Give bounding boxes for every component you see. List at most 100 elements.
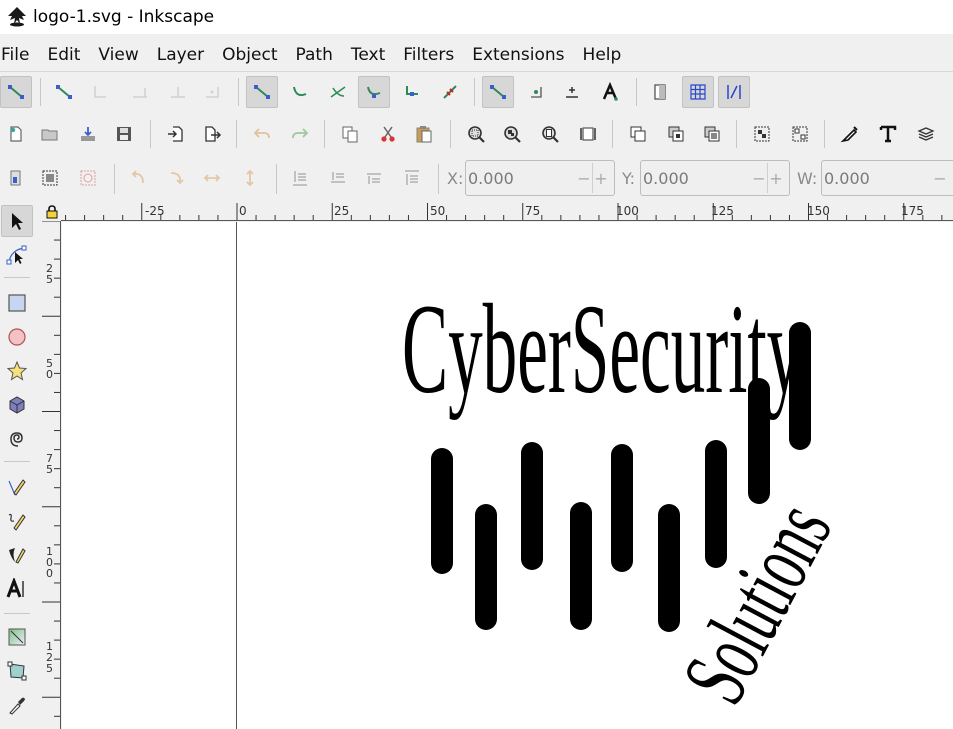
mesh-tool[interactable]	[1, 655, 33, 687]
menu-extensions[interactable]: Extensions	[472, 45, 572, 65]
paste-button[interactable]	[408, 118, 440, 150]
zoom-selection-button[interactable]	[460, 118, 492, 150]
import-button[interactable]	[72, 118, 104, 150]
y-decrement-button[interactable]: −	[751, 169, 767, 188]
logo-drawing[interactable]: CyberSecurity Solutions	[62, 222, 953, 729]
raise-button[interactable]	[358, 162, 390, 194]
fill-stroke-button[interactable]	[834, 118, 866, 150]
drawing-canvas[interactable]: CyberSecurity Solutions	[62, 222, 953, 729]
snap-intersections-button[interactable]	[322, 76, 354, 108]
menu-help[interactable]: Help	[583, 45, 630, 65]
rotate-cw-button[interactable]	[160, 162, 192, 194]
lower-button[interactable]	[322, 162, 354, 194]
horizontal-ruler[interactable]: -25 0 25 50 75 100 125 150 175	[61, 203, 953, 221]
new-document-button[interactable]	[0, 118, 32, 150]
rectangle-tool[interactable]	[1, 287, 33, 319]
snap-bbox-center-button[interactable]	[196, 76, 228, 108]
guides-icon	[727, 85, 741, 99]
y-increment-button[interactable]: +	[768, 169, 784, 188]
undo-button[interactable]	[246, 118, 278, 150]
y-field[interactable]	[641, 163, 751, 193]
selector-tool[interactable]	[1, 205, 33, 237]
snap-page-border-button[interactable]	[644, 76, 676, 108]
snap-bbox-edge-button[interactable]	[84, 76, 116, 108]
flip-horizontal-button[interactable]	[196, 162, 228, 194]
x-decrement-button[interactable]: −	[576, 169, 592, 188]
zoom-page-width-button[interactable]	[572, 118, 604, 150]
3d-box-tool[interactable]	[1, 389, 33, 421]
snap-enable-button[interactable]	[0, 76, 32, 108]
snap-smooth-nodes-button[interactable]	[396, 76, 428, 108]
cut-button[interactable]	[372, 118, 404, 150]
print-import-button[interactable]	[160, 118, 192, 150]
snap-text-baseline-button[interactable]	[594, 76, 626, 108]
snap-bbox-corner-button[interactable]	[124, 76, 156, 108]
snap-paths-button[interactable]	[284, 76, 316, 108]
snap-others-button[interactable]	[482, 76, 514, 108]
save-button[interactable]	[108, 118, 140, 150]
w-spinbox[interactable]: −	[821, 160, 953, 196]
x-increment-button[interactable]: +	[593, 169, 609, 188]
menu-view[interactable]: View	[98, 45, 146, 65]
menu-text[interactable]: Text	[351, 45, 393, 65]
menu-layer[interactable]: Layer	[157, 45, 212, 65]
spiral-tool[interactable]	[1, 423, 33, 455]
lower-to-bottom-button[interactable]	[284, 162, 316, 194]
ellipse-tool[interactable]	[1, 321, 33, 353]
dropper-tool[interactable]	[1, 689, 33, 721]
x-spinbox[interactable]: − +	[465, 160, 615, 196]
copy-button[interactable]	[334, 118, 366, 150]
menu-object[interactable]: Object	[222, 45, 285, 65]
text-tool[interactable]	[1, 573, 33, 605]
duplicate-button[interactable]	[622, 118, 654, 150]
snap-bbox-button[interactable]	[48, 76, 80, 108]
ungroup-button[interactable]	[784, 118, 816, 150]
snap-object-center-button[interactable]	[520, 76, 552, 108]
open-button[interactable]	[34, 118, 66, 150]
separator	[4, 277, 30, 278]
select-all-layers-button[interactable]	[34, 162, 66, 194]
text-font-button[interactable]	[872, 118, 904, 150]
pen-icon	[8, 479, 26, 496]
snap-cusp-nodes-button[interactable]	[358, 76, 390, 108]
menu-filters[interactable]: Filters	[403, 45, 462, 65]
zoom-page-button[interactable]	[534, 118, 566, 150]
logo-title-text[interactable]: CyberSecurity	[402, 279, 802, 421]
select-all-button[interactable]	[0, 162, 32, 194]
menu-edit[interactable]: Edit	[47, 45, 88, 65]
group-button[interactable]	[746, 118, 778, 150]
w-field[interactable]	[822, 163, 932, 193]
snap-guides-button[interactable]	[718, 76, 750, 108]
menu-file[interactable]: File	[0, 45, 37, 65]
zoom-drawing-button[interactable]	[496, 118, 528, 150]
export-button[interactable]	[196, 118, 228, 150]
snap-midpoints-button[interactable]	[434, 76, 466, 108]
raise-to-top-button[interactable]	[396, 162, 428, 194]
logo-side-text[interactable]: Solutions	[663, 487, 851, 719]
y-spinbox[interactable]: − +	[640, 160, 790, 196]
w-decrement-button[interactable]: −	[932, 169, 948, 188]
snap-nodes-button[interactable]	[246, 76, 278, 108]
menu-path[interactable]: Path	[296, 45, 341, 65]
pencil-tool[interactable]	[1, 505, 33, 537]
unlink-clone-button[interactable]	[696, 118, 728, 150]
redo-button[interactable]	[284, 118, 316, 150]
duplicate-icon	[630, 126, 646, 142]
y-label: Y:	[622, 169, 636, 188]
snap-grids-button[interactable]	[682, 76, 714, 108]
rotate-ccw-button[interactable]	[122, 162, 154, 194]
calligraphy-tool[interactable]	[1, 539, 33, 571]
vertical-ruler[interactable]: 25 50 75 100 125	[42, 221, 61, 729]
ruler-label: 175	[901, 204, 924, 218]
node-tool[interactable]	[1, 239, 33, 271]
deselect-button[interactable]	[72, 162, 104, 194]
flip-vertical-button[interactable]	[234, 162, 266, 194]
clone-button[interactable]	[660, 118, 692, 150]
snap-rotation-center-button[interactable]	[556, 76, 588, 108]
gradient-tool[interactable]	[1, 621, 33, 653]
pen-tool[interactable]	[1, 471, 33, 503]
star-tool[interactable]	[1, 355, 33, 387]
layers-button[interactable]	[910, 118, 942, 150]
snap-bbox-midpoint-button[interactable]	[162, 76, 194, 108]
x-field[interactable]	[466, 163, 576, 193]
